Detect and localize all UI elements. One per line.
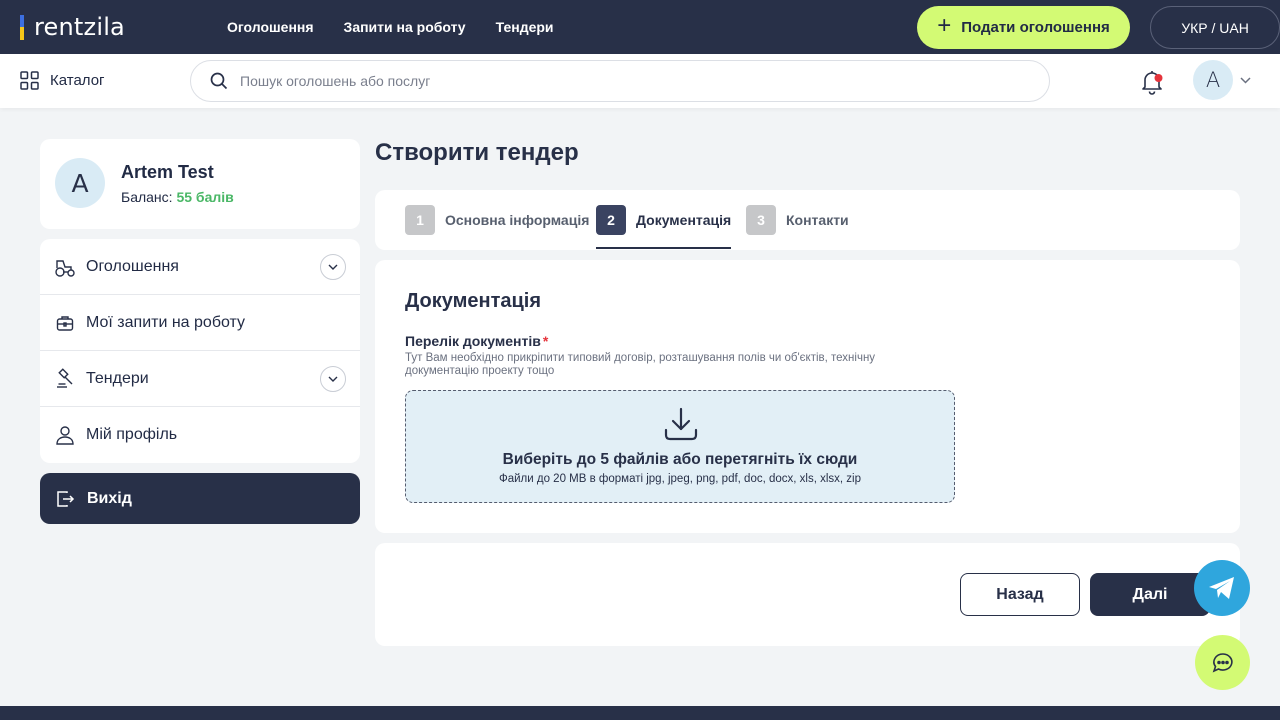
dropzone-title: Виберіть до 5 файлів або перетягніть їх …	[502, 451, 858, 468]
sidebar-item-listings[interactable]: Оголошення	[40, 239, 360, 295]
logout-icon	[57, 490, 75, 507]
notification-bell-icon[interactable]	[1139, 68, 1165, 96]
chevron-down-icon[interactable]	[1239, 74, 1252, 87]
telegram-button[interactable]	[1194, 560, 1250, 616]
file-dropzone[interactable]: Виберіть до 5 файлів або перетягніть їх …	[405, 390, 955, 503]
step-number: 2	[596, 205, 626, 235]
chat-bubble-icon	[1212, 652, 1233, 672]
step-label: Основна інформація	[445, 212, 590, 228]
field-label-text: Перелік документів	[405, 333, 541, 349]
stepper: 1 Основна інформація 2 Документація 3 Ко…	[375, 190, 1240, 250]
step-label: Контакти	[786, 212, 849, 228]
search-input[interactable]	[240, 73, 1020, 89]
next-button[interactable]: Далі	[1090, 573, 1210, 616]
documents-field-label: Перелік документів *	[405, 333, 548, 349]
profile-balance: Баланс: 55 балів	[121, 189, 234, 205]
post-listing-label: Подати оголошення	[961, 19, 1110, 36]
required-mark: *	[542, 333, 549, 349]
balance-value: 55 балів	[176, 189, 234, 205]
page-title: Створити тендер	[375, 139, 579, 166]
user-icon	[56, 426, 74, 445]
search-icon	[210, 72, 228, 90]
step-contacts[interactable]: 3 Контакти	[746, 204, 849, 236]
sidebar-item-label: Тендери	[86, 369, 149, 387]
search-bar-row: Каталог A	[0, 54, 1280, 108]
profile-avatar: A	[55, 158, 105, 208]
top-navbar: rentzila Оголошення Запити на роботу Тен…	[0, 0, 1280, 54]
section-title: Документація	[405, 290, 542, 312]
sidebar-menu: Оголошення Мої запити на роботу Тендери …	[40, 239, 360, 463]
download-icon	[664, 407, 698, 441]
tractor-icon	[55, 259, 75, 277]
form-actions-card: Назад Далі	[375, 543, 1240, 646]
logout-button[interactable]: Вихід	[40, 473, 360, 524]
sidebar-item-profile[interactable]: Мій профіль	[40, 407, 360, 463]
back-button[interactable]: Назад	[960, 573, 1080, 616]
post-listing-button[interactable]: + Подати оголошення	[917, 6, 1130, 49]
chat-button[interactable]	[1195, 635, 1250, 690]
dropzone-subtitle: Файли до 20 MB в форматі jpg, jpeg, png,…	[498, 473, 862, 485]
step-documentation[interactable]: 2 Документація	[596, 204, 731, 236]
step-number: 1	[405, 205, 435, 235]
profile-card: A Artem Test Баланс: 55 балів	[40, 139, 360, 229]
documentation-card: Документація Перелік документів * Тут Вам…	[375, 260, 1240, 533]
footer-bar	[0, 706, 1280, 720]
nav-link-tenders[interactable]: Тендери	[496, 19, 554, 35]
user-avatar[interactable]: A	[1193, 60, 1233, 100]
logo-text: rentzila	[34, 13, 125, 41]
briefcase-icon	[56, 315, 74, 331]
sidebar-item-tenders[interactable]: Тендери	[40, 351, 360, 407]
logout-label: Вихід	[87, 489, 132, 507]
chevron-down-icon[interactable]	[320, 366, 346, 392]
language-currency-button[interactable]: УКР / UAH	[1150, 6, 1280, 49]
active-step-indicator	[596, 247, 731, 249]
sidebar-item-label: Оголошення	[86, 257, 179, 275]
language-currency-label: УКР / UAH	[1181, 19, 1249, 36]
grid-icon	[20, 71, 39, 90]
telegram-icon	[1209, 577, 1234, 599]
sidebar-item-job-requests[interactable]: Мої запити на роботу	[40, 295, 360, 351]
catalog-label: Каталог	[50, 72, 105, 89]
chevron-down-icon[interactable]	[320, 254, 346, 280]
nav-link-listings[interactable]: Оголошення	[227, 19, 314, 35]
profile-name: Artem Test	[121, 162, 214, 182]
documents-hint: Тут Вам необхідно прикріпити типовий дог…	[405, 352, 876, 377]
sidebar-item-label: Мої запити на роботу	[86, 313, 246, 331]
plus-icon: +	[937, 12, 952, 39]
sidebar-item-label: Мій профіль	[86, 426, 178, 443]
nav-link-job-requests[interactable]: Запити на роботу	[344, 19, 466, 35]
gavel-icon	[57, 367, 73, 388]
step-number: 3	[746, 205, 776, 235]
logo[interactable]: rentzila	[20, 13, 125, 41]
balance-label: Баланс:	[121, 189, 173, 205]
logo-flag-icon	[20, 14, 24, 40]
catalog-button[interactable]: Каталог	[20, 71, 105, 90]
step-label: Документація	[636, 212, 732, 228]
step-basic-info[interactable]: 1 Основна інформація	[405, 204, 589, 236]
search-box	[190, 60, 1050, 102]
main-nav: Оголошення Запити на роботу Тендери	[227, 19, 584, 35]
